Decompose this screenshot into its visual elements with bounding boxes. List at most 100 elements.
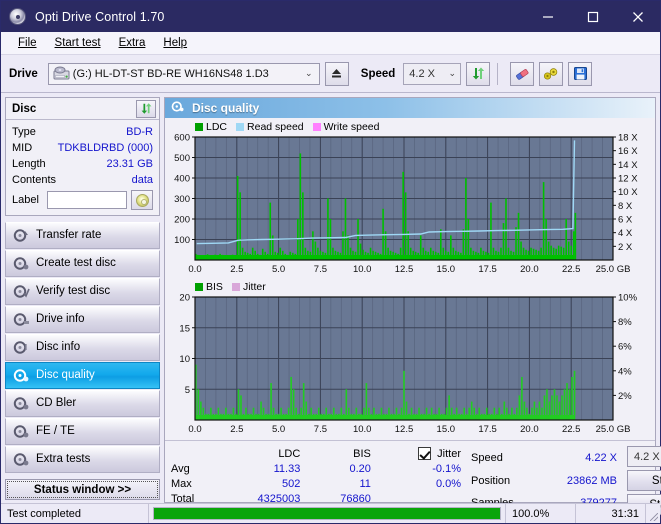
app-disc-icon: [9, 8, 26, 25]
drive-select[interactable]: (G:) HL-DT-ST BD-RE WH16NS48 1.D3 ⌄: [47, 62, 320, 85]
sidebar-item-transfer-rate[interactable]: Transfer rate: [5, 222, 160, 249]
legend-bis: BIS: [195, 281, 223, 293]
disc-type-label: Type: [12, 126, 36, 138]
eject-button[interactable]: [324, 61, 349, 86]
sidebar-item-cd-bler[interactable]: CD Bler: [5, 390, 160, 417]
svg-text:2 X: 2 X: [618, 242, 633, 253]
disc-length-value: 23.31 GB: [106, 158, 153, 170]
disc-contents-value: data: [131, 174, 153, 186]
tools-button[interactable]: [539, 61, 564, 86]
stats-avg-bis: 0.20: [349, 462, 371, 475]
test-speed-value: 4.2 X: [634, 450, 660, 463]
sidebar-item-fe-te[interactable]: FE / TE: [5, 418, 160, 445]
sidebar-item-extra-tests[interactable]: Extra tests: [5, 446, 160, 473]
stats-label-avg: Avg: [171, 462, 190, 475]
svg-text:8 X: 8 X: [618, 201, 633, 212]
legend-label-ldc: LDC: [206, 120, 228, 133]
stats-avg-jitter: -0.1%: [432, 462, 462, 475]
drive-toolbar: Drive (G:) HL-DT-ST BD-RE WH16NS48 1.D3 …: [1, 55, 660, 93]
sidebar-item-verify-test-disc[interactable]: Verify test disc: [5, 278, 160, 305]
svg-text:4%: 4%: [618, 366, 632, 377]
disc-contents-label: Contents: [12, 174, 57, 186]
legend-jitter: Jitter: [231, 280, 266, 293]
legend-write-speed: Write speed: [312, 121, 380, 133]
jitter-toggle[interactable]: Jitter: [371, 447, 465, 460]
svg-text:25.0 GB: 25.0 GB: [596, 424, 631, 435]
sidebar-item-create-test-disc[interactable]: Create test disc: [5, 250, 160, 277]
nav-list: Transfer rate Create test disc Verify te…: [5, 222, 160, 474]
svg-text:200: 200: [174, 215, 190, 226]
status-window-button[interactable]: Status window >>: [5, 479, 160, 500]
svg-text:22.5: 22.5: [562, 264, 581, 275]
disc-label-input[interactable]: [46, 191, 127, 209]
sidebar-item-disc-quality[interactable]: Disc quality: [5, 362, 160, 389]
disc-extra-icon: [13, 452, 30, 467]
legend-swatch-bis: [195, 282, 203, 291]
menu-file[interactable]: File: [9, 35, 46, 51]
progress-fill: [154, 508, 500, 519]
svg-text:20.0: 20.0: [520, 264, 539, 275]
svg-text:25.0 GB: 25.0 GB: [596, 264, 631, 275]
maximize-icon[interactable]: [570, 1, 615, 32]
sidebar-item-drive-info[interactable]: Drive info: [5, 306, 160, 333]
disc-transfer-icon: [13, 228, 30, 243]
legend-label-jitter: Jitter: [242, 280, 266, 293]
legend-read-speed: Read speed: [236, 121, 304, 133]
charts-area: LDC Read speed Write speed 100 200 300 400 5…: [165, 118, 655, 438]
main-panel-header: Disc quality: [165, 98, 655, 118]
svg-text:600: 600: [174, 133, 190, 144]
legend-swatch-write-speed: [312, 122, 321, 131]
speed-select[interactable]: 4.2 X ⌄: [403, 62, 462, 85]
menu-start-test[interactable]: Start test: [46, 35, 110, 51]
svg-text:0.0: 0.0: [188, 424, 201, 435]
status-message: Test completed: [1, 504, 149, 523]
svg-text:100: 100: [174, 235, 190, 246]
menu-help[interactable]: Help: [154, 35, 196, 51]
disc-bler-icon: [13, 396, 30, 411]
svg-text:7.5: 7.5: [314, 264, 327, 275]
erase-button[interactable]: [510, 61, 535, 86]
svg-text:6%: 6%: [618, 342, 632, 353]
resize-grip-icon[interactable]: [646, 504, 660, 523]
svg-text:22.5: 22.5: [562, 424, 581, 435]
disc-drive-icon: [13, 312, 30, 327]
readout-speed-value: 4.22 X: [585, 452, 617, 464]
sidebar-label-drive-info: Drive info: [36, 312, 85, 325]
drive-icon: [53, 66, 70, 81]
speed-label: Speed: [360, 67, 396, 80]
test-speed-select[interactable]: 4.2 X ⌄: [627, 446, 661, 467]
svg-text:17.5: 17.5: [478, 264, 497, 275]
svg-text:2.5: 2.5: [230, 424, 243, 435]
sidebar-label-extra-tests: Extra tests: [36, 452, 91, 465]
menu-file-label: File: [18, 37, 37, 49]
readout-position-value: 23862 MB: [566, 475, 617, 487]
close-icon[interactable]: [615, 1, 660, 32]
sidebar-item-disc-info[interactable]: Disc info: [5, 334, 160, 361]
stats-max-jitter: 0.0%: [435, 477, 462, 490]
legend-ldc: LDC: [195, 121, 227, 133]
jitter-checkbox[interactable]: [418, 447, 432, 460]
svg-text:20: 20: [179, 293, 190, 304]
stats-max-ldc: 502: [281, 477, 301, 490]
svg-text:10.0: 10.0: [353, 264, 372, 275]
svg-text:5.0: 5.0: [272, 424, 285, 435]
legend-bottom: BIS Jitter: [167, 280, 653, 293]
menu-help-label: Help: [163, 37, 188, 49]
title-bar: Opti Drive Control 1.70: [1, 1, 660, 32]
disc-label-button[interactable]: [131, 190, 153, 210]
refresh-button[interactable]: [466, 61, 491, 86]
disc-refresh-button[interactable]: [136, 99, 156, 118]
sidebar-label-verify-test-disc: Verify test disc: [36, 284, 111, 297]
svg-text:16 X: 16 X: [618, 146, 638, 157]
legend-label-bis: BIS: [206, 280, 223, 293]
progress-percent: 100.0%: [506, 504, 576, 523]
minimize-icon[interactable]: [525, 1, 570, 32]
window-title: Opti Drive Control 1.70: [35, 9, 165, 24]
svg-text:15.0: 15.0: [437, 264, 456, 275]
sidebar-label-cd-bler: CD Bler: [36, 396, 77, 409]
save-button[interactable]: [568, 61, 593, 86]
elapsed-time: 31:31: [576, 504, 646, 523]
disc-row-type: Type BD-R: [12, 124, 153, 140]
start-full-button[interactable]: Start full: [627, 470, 661, 491]
menu-extra[interactable]: Extra: [110, 35, 155, 51]
